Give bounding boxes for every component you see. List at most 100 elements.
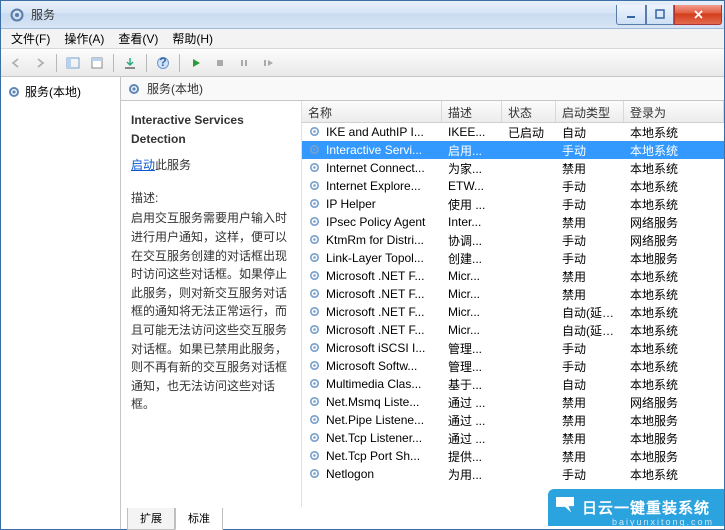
service-rows[interactable]: IKE and AuthIP I...IKEE...已启动自动本地系统Inter… <box>302 123 724 507</box>
restart-service-button[interactable] <box>257 52 279 74</box>
cell-desc: 管理... <box>442 339 502 358</box>
cell-desc: IKEE... <box>442 124 502 140</box>
cell-desc: 创建... <box>442 249 502 268</box>
table-row[interactable]: IP Helper使用 ...手动本地系统 <box>302 195 724 213</box>
table-row[interactable]: Microsoft Softw...管理...手动本地系统 <box>302 357 724 375</box>
cell-logon: 本地系统 <box>624 465 724 484</box>
table-row[interactable]: Internet Explore...ETW...手动本地系统 <box>302 177 724 195</box>
col-logon[interactable]: 登录为 <box>624 101 724 122</box>
cell-name: Internet Explore... <box>302 178 442 194</box>
cell-status <box>502 311 556 313</box>
table-row[interactable]: Interactive Servi...启用...手动本地系统 <box>302 141 724 159</box>
col-status[interactable]: 状态 <box>502 101 556 122</box>
gear-icon <box>308 341 322 355</box>
service-list: 名称 描述 状态 启动类型 登录为 IKE and AuthIP I...IKE… <box>301 101 724 507</box>
pause-service-button[interactable] <box>233 52 255 74</box>
table-row[interactable]: Link-Layer Topol...创建...手动本地服务 <box>302 249 724 267</box>
menubar: 文件(F) 操作(A) 查看(V) 帮助(H) <box>1 29 724 49</box>
cell-start: 手动 <box>556 177 624 196</box>
cell-start: 自动 <box>556 375 624 394</box>
properties-button[interactable] <box>86 52 108 74</box>
column-headers: 名称 描述 状态 启动类型 登录为 <box>302 101 724 123</box>
minimize-button[interactable] <box>616 5 646 25</box>
menu-action[interactable]: 操作(A) <box>58 28 110 49</box>
start-service-link[interactable]: 启动 <box>131 158 155 172</box>
cell-logon: 本地系统 <box>624 303 724 322</box>
table-row[interactable]: KtmRm for Distri...协调...手动网络服务 <box>302 231 724 249</box>
cell-desc: 协调... <box>442 231 502 250</box>
table-row[interactable]: Net.Tcp Listener...通过 ...禁用本地服务 <box>302 429 724 447</box>
console-tree[interactable]: 服务(本地) <box>1 77 121 529</box>
cell-status <box>502 383 556 385</box>
tab-extended[interactable]: 扩展 <box>127 508 175 530</box>
gear-icon <box>308 197 322 211</box>
cell-start: 自动 <box>556 123 624 142</box>
cell-start: 禁用 <box>556 447 624 466</box>
menu-view[interactable]: 查看(V) <box>112 28 164 49</box>
show-hide-tree-button[interactable] <box>62 52 84 74</box>
cell-desc: Micr... <box>442 304 502 320</box>
col-desc[interactable]: 描述 <box>442 101 502 122</box>
cell-desc: 为用... <box>442 465 502 484</box>
cell-name: Net.Tcp Port Sh... <box>302 448 442 464</box>
gear-icon <box>308 377 322 391</box>
cell-status <box>502 293 556 295</box>
toolbar: ? <box>1 49 724 77</box>
tree-item-services-local[interactable]: 服务(本地) <box>3 81 118 102</box>
menu-help[interactable]: 帮助(H) <box>166 28 219 49</box>
cell-name: Microsoft .NET F... <box>302 304 442 320</box>
start-service-button[interactable] <box>185 52 207 74</box>
maximize-button[interactable] <box>646 5 674 25</box>
col-startup[interactable]: 启动类型 <box>556 101 624 122</box>
table-row[interactable]: Netlogon为用...手动本地系统 <box>302 465 724 483</box>
table-row[interactable]: Microsoft .NET F...Micr...禁用本地系统 <box>302 285 724 303</box>
stop-service-button[interactable] <box>209 52 231 74</box>
table-row[interactable]: Microsoft iSCSI I...管理...手动本地系统 <box>302 339 724 357</box>
cell-logon: 本地系统 <box>624 195 724 214</box>
cell-start: 手动 <box>556 231 624 250</box>
forward-button[interactable] <box>29 52 51 74</box>
description-label: 描述: <box>131 189 293 208</box>
table-row[interactable]: Net.Tcp Port Sh...提供...禁用本地服务 <box>302 447 724 465</box>
main-pane: 服务(本地) Interactive Services Detection 启动… <box>121 77 724 529</box>
menu-file[interactable]: 文件(F) <box>5 28 56 49</box>
gear-icon <box>308 143 322 157</box>
cell-start: 手动 <box>556 339 624 358</box>
back-button[interactable] <box>5 52 27 74</box>
table-row[interactable]: Net.Msmq Liste...通过 ...禁用网络服务 <box>302 393 724 411</box>
cell-logon: 本地服务 <box>624 249 724 268</box>
cell-desc: ETW... <box>442 178 502 194</box>
cell-logon: 本地服务 <box>624 447 724 466</box>
cell-status <box>502 257 556 259</box>
tab-standard[interactable]: 标准 <box>175 508 223 530</box>
cell-status <box>502 329 556 331</box>
cell-name: Microsoft .NET F... <box>302 286 442 302</box>
gear-icon <box>308 323 322 337</box>
separator <box>113 54 114 72</box>
detail-pane: Interactive Services Detection 启动此服务 描述:… <box>121 101 301 507</box>
table-row[interactable]: IKE and AuthIP I...IKEE...已启动自动本地系统 <box>302 123 724 141</box>
cell-logon: 本地系统 <box>624 267 724 286</box>
table-row[interactable]: Net.Pipe Listene...通过 ...禁用本地服务 <box>302 411 724 429</box>
col-name[interactable]: 名称 <box>302 101 442 122</box>
cell-start: 禁用 <box>556 159 624 178</box>
main-header-label: 服务(本地) <box>147 80 203 97</box>
table-row[interactable]: Microsoft .NET F...Micr...自动(延迟...本地系统 <box>302 303 724 321</box>
cell-logon: 本地服务 <box>624 429 724 448</box>
cell-name: IKE and AuthIP I... <box>302 124 442 140</box>
cell-start: 手动 <box>556 141 624 160</box>
export-list-button[interactable] <box>119 52 141 74</box>
gear-icon <box>308 179 322 193</box>
table-row[interactable]: Microsoft .NET F...Micr...自动(延迟...本地系统 <box>302 321 724 339</box>
table-row[interactable]: IPsec Policy AgentInter...禁用网络服务 <box>302 213 724 231</box>
table-row[interactable]: Multimedia Clas...基于...自动本地系统 <box>302 375 724 393</box>
cell-status <box>502 185 556 187</box>
table-row[interactable]: Internet Connect...为家...禁用本地系统 <box>302 159 724 177</box>
titlebar[interactable]: 服务 <box>1 1 724 29</box>
cell-desc: Micr... <box>442 322 502 338</box>
table-row[interactable]: Microsoft .NET F...Micr...禁用本地系统 <box>302 267 724 285</box>
help-button[interactable]: ? <box>152 52 174 74</box>
close-button[interactable] <box>674 5 722 25</box>
cell-name: Internet Connect... <box>302 160 442 176</box>
gear-icon <box>308 305 322 319</box>
